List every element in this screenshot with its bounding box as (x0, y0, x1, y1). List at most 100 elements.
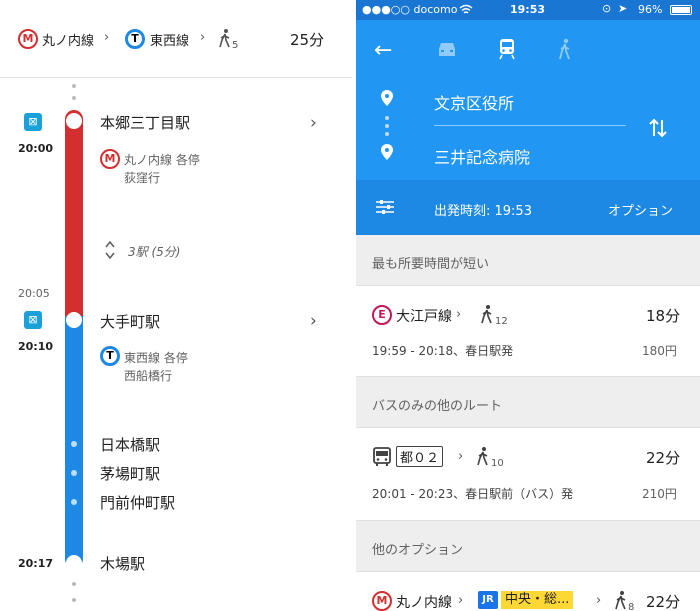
segment2-line-name: 東西線 各停 (124, 351, 188, 365)
walk-minutes: 10 (491, 458, 504, 469)
timeline-dot (72, 598, 76, 602)
marunouchi-line-icon: M (100, 149, 120, 169)
options-button[interactable]: オプション (608, 200, 673, 219)
wifi-icon (459, 4, 473, 14)
route-detail-pane: M 丸ノ内線 › T 東西線 › 5 25分 ⊠ 本郷三丁目駅 › 20:00 … (0, 0, 352, 611)
summary-line-1: 丸ノ内線 (42, 34, 95, 49)
walk-minutes: 12 (495, 316, 508, 327)
timeline-dot (72, 96, 76, 100)
walk-icon (481, 305, 492, 324)
marunouchi-line-icon: M (18, 29, 38, 49)
location-arrow-icon: ➤ (618, 2, 628, 15)
chevron-right-icon: › (456, 307, 462, 322)
walk-icon (615, 591, 626, 610)
walk-icon (477, 447, 488, 466)
section-header: 他のオプション (356, 521, 700, 571)
intermediate-stop-marker (71, 441, 77, 447)
route-line-name: 大江戸線 (396, 309, 452, 325)
walk-minutes: 8 (628, 602, 635, 611)
battery-percent: 96% (638, 3, 663, 16)
transfer-station-name[interactable]: 大手町駅 (100, 311, 160, 332)
tokyo-metro-icon: ⊠ (24, 113, 42, 131)
route-option-card[interactable]: M 丸ノ内線 › JR 中央・総... › 8 22分 (356, 571, 700, 611)
route-duration: 22分 (646, 449, 681, 467)
intermediate-station: 門前仲町駅 (100, 494, 176, 512)
route-dot (385, 132, 389, 136)
route-option-card[interactable]: E 大江戸線 › 12 18分 19:59 - 20:18、春日駅発 180円 (356, 285, 700, 377)
end-station-name[interactable]: 木場駅 (100, 553, 145, 574)
route-duration: 22分 (646, 593, 681, 611)
route-fare: 210円 (642, 487, 677, 501)
directions-pane: ●●●○○ docomo 19:53 ⊙ ➤ 96% ← 文京区役所 三井記念病… (356, 0, 700, 611)
intermediate-stop-marker (71, 499, 77, 505)
route-times: 19:59 - 20:18、春日駅発 (372, 344, 514, 358)
carrier-label: ●●●○○ docomo (362, 3, 458, 16)
car-icon[interactable] (436, 40, 458, 60)
marunouchi-line-icon: M (372, 591, 392, 611)
depart-time-selector[interactable]: 出発時刻: 19:53 (434, 200, 532, 219)
field-divider (434, 125, 626, 126)
transit-icon[interactable] (497, 38, 517, 60)
ios-status-bar: ●●●○○ docomo 19:53 ⊙ ➤ 96% (356, 0, 700, 20)
chevron-right-icon[interactable]: › (310, 113, 317, 133)
marunouchi-segment-line (65, 110, 83, 320)
destination-pin-icon (381, 144, 393, 160)
bus-icon (373, 447, 391, 466)
route-summary-bar[interactable]: M 丸ノ内線 › T 東西線 › 5 25分 (0, 0, 352, 78)
route-fare: 180円 (642, 344, 677, 358)
intermediate-stop-marker (71, 470, 77, 476)
summary-walk-minutes: 5 (232, 40, 239, 51)
summary-line-2: 東西線 (150, 34, 190, 49)
jr-line-name: 中央・総... (501, 591, 574, 609)
tozai-line-icon: T (100, 346, 120, 366)
jr-line-icon: JR (478, 591, 498, 609)
route-times: 20:01 - 20:23、春日駅前（バス）発 (372, 487, 574, 501)
section-title: 最も所要時間が短い (372, 257, 490, 272)
chevron-right-icon: › (104, 30, 110, 45)
origin-pin-icon (381, 90, 393, 106)
bus-route-label: 都０２ (396, 446, 444, 467)
route-line-name: 丸ノ内線 (396, 595, 452, 611)
chevron-right-icon: › (596, 593, 602, 608)
intermediate-station: 日本橋駅 (100, 436, 161, 454)
walk-mode-icon[interactable] (558, 38, 572, 60)
arrive-time: 20:05 (18, 287, 50, 300)
battery-icon (670, 5, 692, 15)
chevron-right-icon: › (200, 30, 206, 45)
start-time: 20:00 (18, 142, 54, 155)
timeline-dot (72, 582, 76, 586)
section-title: 他のオプション (372, 543, 464, 558)
start-station-name[interactable]: 本郷三丁目駅 (100, 112, 190, 133)
segment1-destination: 荻窪行 (124, 171, 161, 185)
route-duration: 18分 (646, 307, 681, 325)
orientation-lock-icon: ⊙ (602, 2, 612, 15)
departure-options-bar: 出発時刻: 19:53 オプション (356, 180, 700, 235)
route-dot (385, 116, 389, 120)
swap-icon[interactable] (648, 116, 668, 140)
chevron-right-icon: › (458, 449, 464, 464)
chevron-right-icon: › (458, 593, 464, 608)
oedo-line-icon: E (372, 305, 392, 325)
section-header: バスのみの他のルート (356, 377, 700, 427)
origin-field[interactable]: 文京区役所 (434, 90, 514, 114)
section-header: 最も所要時間が短い (356, 235, 700, 285)
route-option-card[interactable]: 都０２ › 10 22分 20:01 - 20:23、春日駅前（バス）発 210… (356, 427, 700, 521)
sliders-icon[interactable] (376, 199, 394, 215)
back-arrow-icon[interactable]: ← (374, 38, 392, 63)
summary-total-duration: 25分 (290, 31, 325, 49)
expand-stops-icon[interactable] (104, 238, 116, 262)
chevron-right-icon[interactable]: › (310, 311, 317, 331)
station-stop-marker (66, 312, 82, 328)
destination-field[interactable]: 三井記念病院 (434, 144, 530, 168)
intermediate-station: 茅場町駅 (100, 465, 161, 483)
route-dot (385, 124, 389, 128)
clock-time: 19:53 (510, 3, 546, 16)
walk-icon (219, 29, 230, 48)
segment1-line-name: 丸ノ内線 各停 (124, 153, 200, 167)
section-title: バスのみの他のルート (372, 399, 503, 414)
tokyo-metro-icon: ⊠ (24, 311, 42, 329)
segment1-stop-count[interactable]: 3駅 (5分) (128, 243, 180, 260)
station-stop-marker (66, 113, 82, 129)
end-time: 20:17 (18, 557, 54, 570)
tozai-line-icon: T (125, 29, 145, 49)
